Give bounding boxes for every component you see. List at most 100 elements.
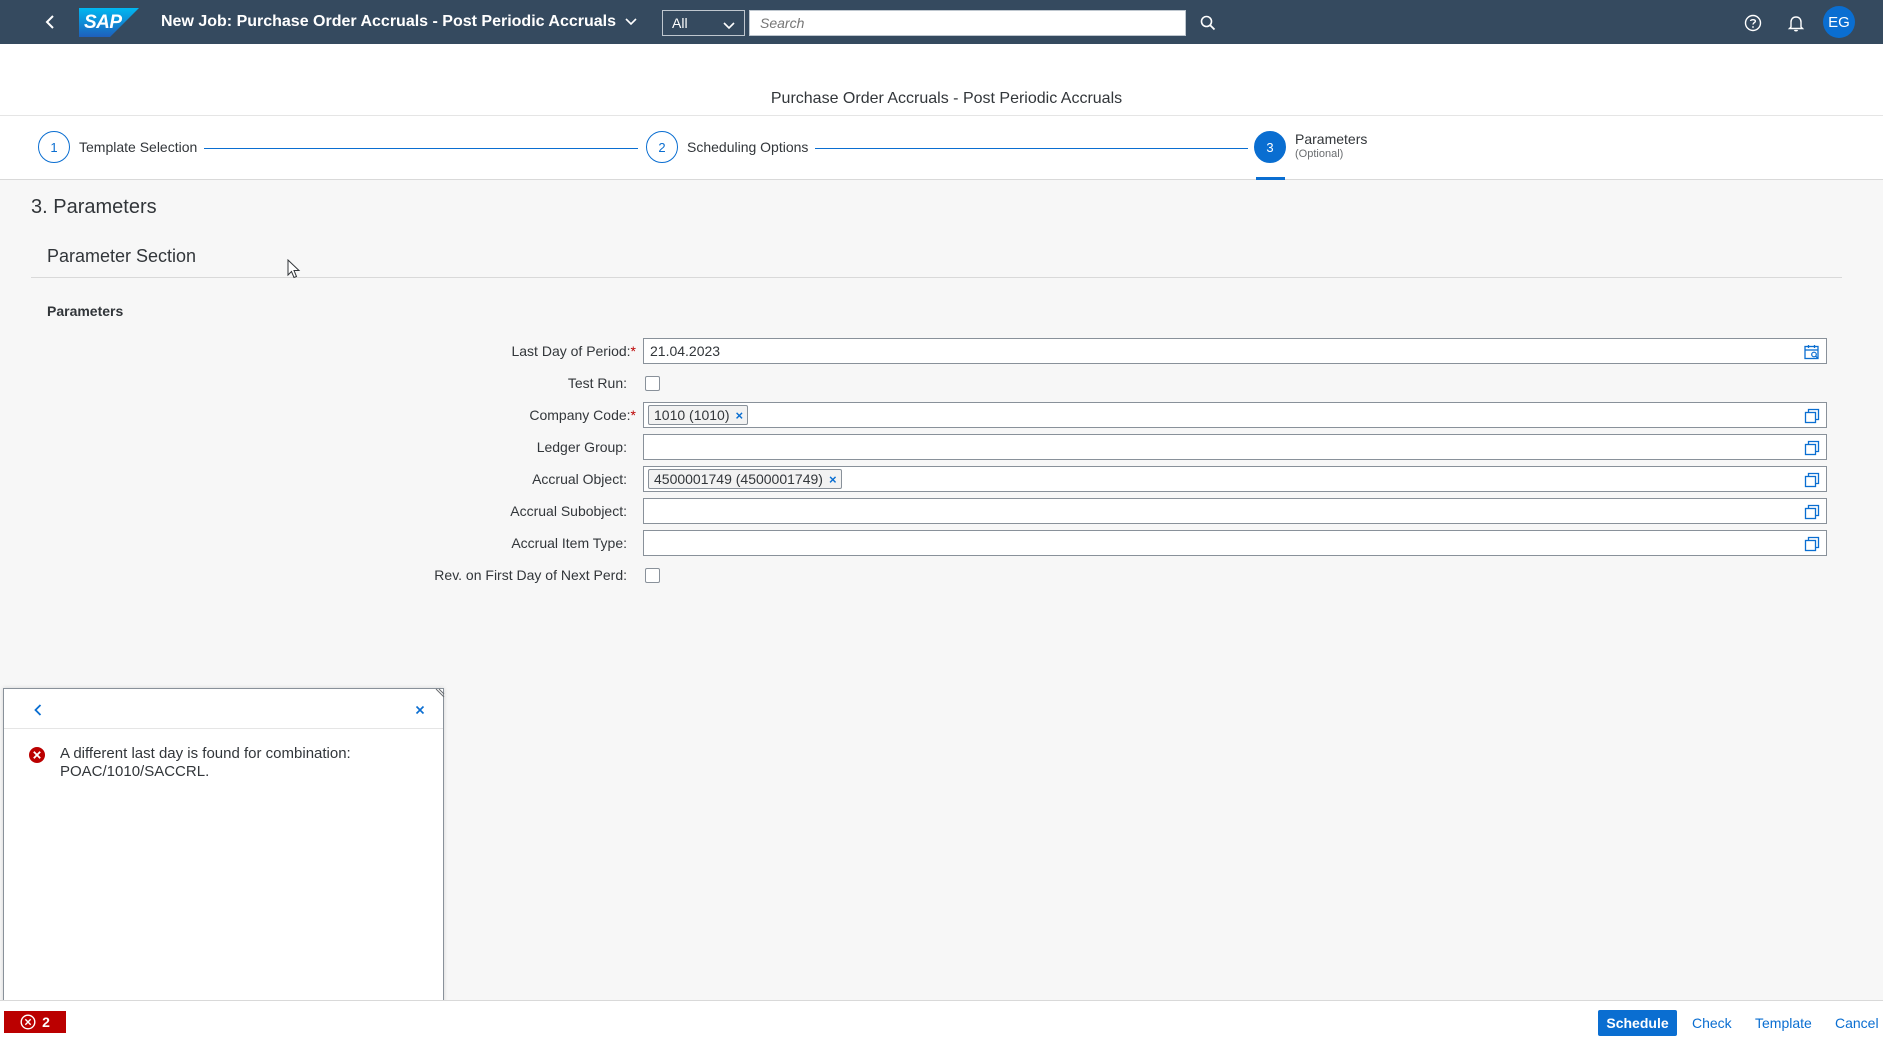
chevron-down-icon — [624, 17, 638, 27]
token-remove-icon[interactable]: × — [736, 408, 744, 423]
date-value: 21.04.2023 — [650, 343, 721, 359]
message-popover: A different last day is found for combin… — [3, 688, 445, 1008]
schedule-button[interactable]: Schedule — [1598, 1010, 1677, 1036]
wizard-step-3[interactable]: 3 Parameters (Optional) — [1254, 131, 1367, 163]
help-icon — [1744, 14, 1762, 32]
value-help-button[interactable] — [1803, 503, 1821, 521]
group-title: Parameters — [47, 303, 124, 319]
search-button[interactable] — [1196, 11, 1220, 35]
field-label: Accrual Subobject: — [510, 503, 627, 519]
message-indicator-button[interactable]: 2 — [4, 1011, 66, 1033]
user-avatar[interactable]: EG — [1823, 6, 1855, 38]
error-icon — [20, 1014, 36, 1030]
form-row-last-day: Last Day of Period:* 21.04.2023 — [0, 338, 1883, 364]
label-text: Company Code: — [529, 407, 631, 423]
value-help-icon — [1804, 536, 1820, 552]
field-label: Ledger Group: — [536, 439, 627, 455]
form-row-company-code: Company Code:* 1010 (1010) × — [0, 402, 1883, 428]
value-help-button[interactable] — [1803, 535, 1821, 553]
app-title-menu[interactable]: New Job: Purchase Order Accruals - Post … — [161, 0, 638, 44]
token[interactable]: 4500001749 (4500001749) × — [648, 469, 842, 489]
wizard-step-2[interactable]: 2 Scheduling Options — [646, 131, 808, 163]
search-scope-select[interactable]: All — [662, 10, 745, 36]
check-button[interactable]: Check — [1692, 1010, 1732, 1036]
token-text: 1010 (1010) — [654, 407, 730, 423]
value-help-button[interactable] — [1803, 439, 1821, 457]
step-number: 1 — [38, 131, 70, 163]
wizard-header: Purchase Order Accruals - Post Periodic … — [0, 44, 1883, 180]
step-label-text: Parameters — [1295, 131, 1368, 147]
label-text: Last Day of Period: — [511, 343, 631, 359]
search-scope-value: All — [672, 15, 688, 31]
message-text: A different last day is found for combin… — [60, 745, 351, 780]
error-count: 2 — [42, 1014, 50, 1030]
section-title: 3. Parameters — [31, 196, 157, 218]
popover-back-button[interactable] — [27, 699, 49, 721]
company-code-multi-input[interactable]: 1010 (1010) × — [643, 402, 1827, 428]
search-field[interactable] — [749, 10, 1186, 36]
template-button[interactable]: Template — [1755, 1010, 1812, 1036]
search-input[interactable] — [760, 15, 1185, 31]
calendar-icon — [1804, 345, 1819, 360]
chevron-down-icon — [722, 18, 736, 34]
active-step-indicator — [1256, 177, 1285, 180]
ledger-group-input[interactable] — [643, 434, 1827, 460]
section-divider — [31, 277, 1842, 278]
token-text: 4500001749 (4500001749) — [654, 471, 823, 487]
step-label: Scheduling Options — [687, 139, 809, 155]
search-icon — [1200, 15, 1216, 31]
help-button[interactable] — [1741, 11, 1765, 35]
sap-logo-text: SAP — [84, 12, 122, 33]
message-item[interactable]: A different last day is found for combin… — [28, 745, 410, 781]
form-row-rev-first-day: Rev. on First Day of Next Perd: — [0, 562, 1883, 588]
step-label: Template Selection — [79, 139, 198, 155]
form-row-accrual-subobject: Accrual Subobject: — [0, 498, 1883, 524]
accrual-object-multi-input[interactable]: 4500001749 (4500001749) × — [643, 466, 1827, 492]
bell-icon — [1787, 16, 1805, 32]
form-row-accrual-item-type: Accrual Item Type: — [0, 530, 1883, 556]
field-label: Company Code:* — [529, 407, 636, 423]
wizard-step-1[interactable]: 1 Template Selection — [38, 131, 197, 163]
sap-logo[interactable]: SAP — [79, 8, 139, 37]
step-sublabel: (Optional) — [1295, 148, 1344, 160]
test-run-checkbox[interactable] — [645, 376, 660, 391]
back-arrow-icon — [45, 15, 54, 29]
popover-close-button[interactable] — [409, 699, 431, 721]
form-row-accrual-object: Accrual Object: 4500001749 (4500001749) … — [0, 466, 1883, 492]
form-row-test-run: Test Run: — [0, 370, 1883, 396]
token-remove-icon[interactable]: × — [829, 472, 837, 487]
value-help-button[interactable] — [1803, 471, 1821, 489]
field-label: Accrual Item Type: — [511, 535, 627, 551]
value-help-icon — [1804, 408, 1820, 424]
mouse-cursor-icon — [287, 259, 301, 279]
value-help-button[interactable] — [1803, 407, 1821, 425]
required-marker: * — [630, 343, 636, 359]
rev-first-day-checkbox[interactable] — [645, 568, 660, 583]
header-divider — [0, 115, 1883, 116]
notifications-button[interactable] — [1784, 11, 1808, 35]
shell-bar: SAP New Job: Purchase Order Accruals - P… — [0, 0, 1883, 44]
close-icon — [415, 705, 425, 715]
field-label: Accrual Object: — [532, 471, 627, 487]
page-title: Purchase Order Accruals - Post Periodic … — [770, 90, 1123, 107]
value-help-icon — [1804, 504, 1820, 520]
calendar-button[interactable] — [1803, 343, 1821, 361]
step-number: 2 — [646, 131, 678, 163]
cancel-button[interactable]: Cancel — [1835, 1010, 1879, 1036]
subsection-title: Parameter Section — [47, 246, 197, 266]
step-connector — [815, 148, 1248, 149]
error-icon — [29, 747, 45, 763]
required-marker: * — [630, 407, 636, 423]
value-help-icon — [1804, 472, 1820, 488]
app-title: New Job: Purchase Order Accruals - Post … — [161, 13, 616, 30]
last-day-of-period-input[interactable]: 21.04.2023 — [643, 338, 1827, 364]
footer-toolbar: 2 Schedule Check Template Cancel — [0, 1000, 1883, 1037]
back-button[interactable] — [38, 10, 62, 34]
accrual-item-type-input[interactable] — [643, 530, 1827, 556]
back-arrow-icon — [34, 704, 42, 716]
token[interactable]: 1010 (1010) × — [648, 405, 749, 425]
step-label: Parameters (Optional) — [1295, 132, 1367, 162]
step-connector — [204, 148, 638, 149]
value-help-icon — [1804, 440, 1820, 456]
accrual-subobject-input[interactable] — [643, 498, 1827, 524]
